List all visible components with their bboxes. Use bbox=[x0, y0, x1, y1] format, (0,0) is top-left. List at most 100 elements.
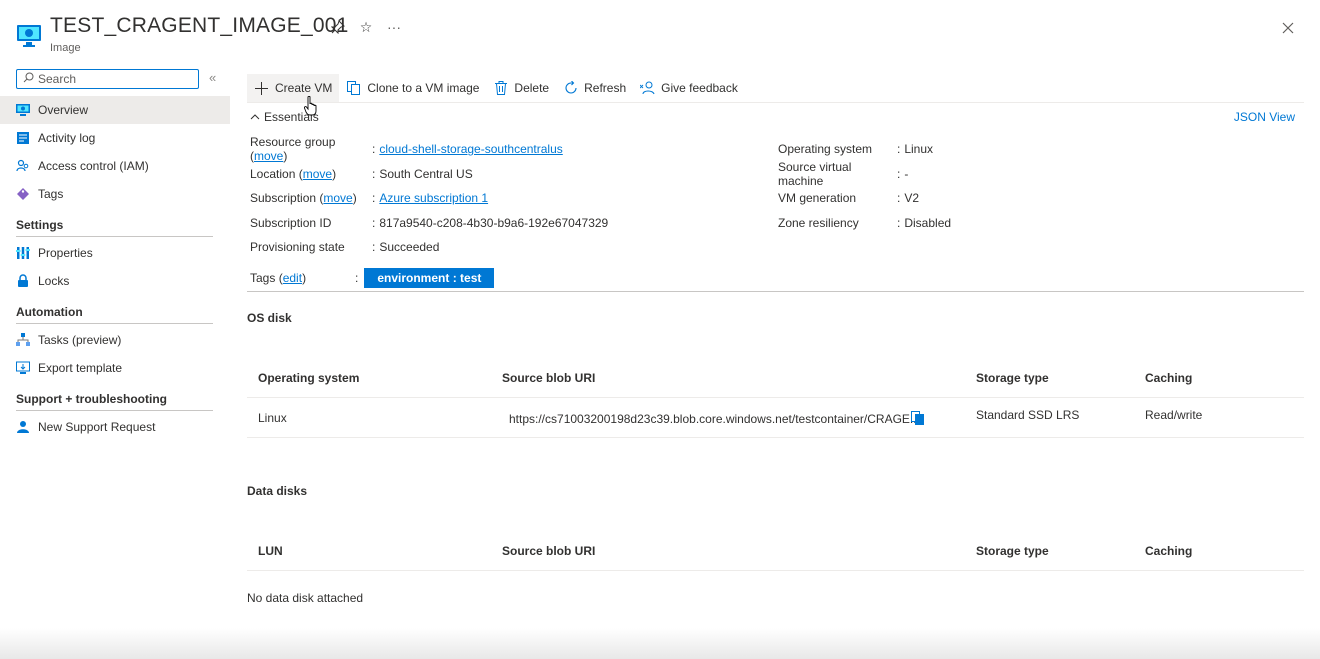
feedback-label: Give feedback bbox=[661, 81, 738, 95]
sidebar-item-tasks[interactable]: Tasks (preview) bbox=[0, 326, 230, 354]
search-input[interactable] bbox=[38, 72, 188, 86]
vm-generation-value: V2 bbox=[904, 191, 920, 206]
monitor-icon bbox=[16, 103, 30, 117]
nav-divider bbox=[16, 323, 213, 324]
sidebar-item-label: Access control (IAM) bbox=[38, 159, 149, 173]
create-vm-label: Create VM bbox=[275, 81, 333, 95]
page-title: TEST_CRAGENT_IMAGE_001 bbox=[50, 14, 349, 37]
tags-edit-link[interactable]: edit bbox=[283, 271, 302, 285]
data-disks-title: Data disks bbox=[247, 484, 308, 498]
sidebar-item-new-support-request[interactable]: New Support Request bbox=[0, 413, 230, 441]
copy-icon bbox=[346, 81, 361, 96]
sidebar-search[interactable] bbox=[16, 69, 199, 89]
subscription-link[interactable]: Azure subscription 1 bbox=[379, 191, 488, 205]
delete-button[interactable]: Delete bbox=[486, 74, 556, 102]
hand-cursor-icon bbox=[303, 95, 318, 116]
tag-icon bbox=[16, 187, 30, 201]
sidebar-item-properties[interactable]: Properties bbox=[0, 239, 230, 267]
sidebar-item-label: New Support Request bbox=[38, 420, 156, 434]
essentials-row-resource-group: Resource group (move) : cloud-shell-stor… bbox=[250, 135, 563, 164]
nav-divider bbox=[16, 236, 213, 237]
essentials-row-vm-generation: VM generation : V2 bbox=[778, 186, 951, 211]
column-header: Operating system bbox=[258, 371, 360, 385]
column-header: Source blob URI bbox=[502, 371, 596, 385]
zone-resiliency-value: Disabled bbox=[904, 215, 952, 230]
source-vm-label: Source virtual machine bbox=[778, 159, 852, 188]
column-header: Storage type bbox=[976, 544, 1049, 558]
separator: : bbox=[897, 166, 901, 181]
caching-cell: Read/write bbox=[1145, 408, 1203, 422]
separator: : bbox=[372, 240, 376, 255]
separator: : bbox=[372, 215, 376, 230]
subscription-label: Subscription bbox=[250, 191, 317, 206]
sidebar-item-label: Tasks (preview) bbox=[38, 333, 122, 347]
command-bar-divider bbox=[247, 102, 1304, 103]
more-icon[interactable]: ··· bbox=[386, 19, 402, 35]
feedback-icon bbox=[640, 81, 655, 96]
json-view-link[interactable]: JSON View bbox=[1234, 110, 1295, 124]
essentials-left-column: Resource group (move) : cloud-shell-stor… bbox=[250, 135, 608, 260]
resource-group-move-link[interactable]: move bbox=[254, 149, 283, 163]
os-cell: Linux bbox=[258, 411, 287, 425]
source-blob-uri-cell: https://cs71003200198d23c39.blob.core.wi… bbox=[509, 412, 920, 426]
refresh-button[interactable]: Refresh bbox=[556, 74, 633, 102]
star-icon[interactable]: ☆ bbox=[358, 19, 374, 35]
sidebar-item-export-template[interactable]: Export template bbox=[0, 354, 230, 382]
sidebar-item-label: Properties bbox=[38, 246, 93, 260]
essentials-row-subscription-id: Subscription ID : 817a9540-c208-4b30-b9a… bbox=[250, 211, 608, 236]
support-icon bbox=[16, 420, 30, 434]
close-icon[interactable] bbox=[1278, 18, 1298, 38]
column-header: Storage type bbox=[976, 371, 1049, 385]
copy-to-clipboard-icon[interactable] bbox=[911, 398, 924, 438]
lock-icon bbox=[16, 274, 30, 288]
collapse-sidebar-icon[interactable]: « bbox=[209, 70, 216, 85]
provisioning-state-label: Provisioning state bbox=[250, 240, 345, 255]
sidebar-item-label: Activity log bbox=[38, 131, 96, 145]
create-vm-button[interactable]: Create VM bbox=[247, 74, 340, 102]
os-label: Operating system bbox=[778, 142, 873, 157]
plus-icon bbox=[254, 81, 269, 96]
sidebar-item-label: Export template bbox=[38, 361, 123, 375]
people-icon bbox=[16, 159, 30, 173]
storage-type-cell: Standard SSD LRS bbox=[976, 408, 1080, 422]
table-row: Linux https://cs71003200198d23c39.blob.c… bbox=[247, 398, 1304, 438]
nav-divider bbox=[16, 410, 213, 411]
clone-button[interactable]: Clone to a VM image bbox=[339, 74, 486, 102]
location-label: Location bbox=[250, 166, 296, 181]
give-feedback-button[interactable]: Give feedback bbox=[633, 74, 745, 102]
refresh-label: Refresh bbox=[584, 81, 627, 95]
sidebar-item-activity-log[interactable]: Activity log bbox=[0, 124, 230, 152]
location-move-link[interactable]: move bbox=[303, 167, 332, 181]
pin-icon[interactable] bbox=[330, 19, 346, 35]
clone-label: Clone to a VM image bbox=[367, 81, 480, 95]
essentials-row-source-vm: Source virtual machine : - bbox=[778, 159, 951, 188]
essentials-row-subscription: Subscription (move) : Azure subscription… bbox=[250, 191, 489, 206]
sidebar-item-locks[interactable]: Locks bbox=[0, 267, 230, 295]
command-bar: Create VM Clone to a VM image Delete Ref… bbox=[247, 74, 745, 102]
resource-group-link[interactable]: cloud-shell-storage-southcentralus bbox=[379, 142, 562, 156]
sidebar-item-iam[interactable]: Access control (IAM) bbox=[0, 152, 230, 180]
bottom-fade bbox=[0, 628, 1320, 659]
sidebar-item-label: Overview bbox=[38, 103, 89, 117]
os-value: Linux bbox=[904, 142, 934, 157]
separator: : bbox=[372, 166, 376, 181]
sidebar-nav: Overview Activity log Access control (IA… bbox=[0, 96, 230, 441]
column-header: Source blob URI bbox=[502, 544, 596, 558]
sidebar-item-overview[interactable]: Overview bbox=[0, 96, 230, 124]
refresh-icon bbox=[563, 81, 578, 96]
nav-section-automation: Automation bbox=[16, 305, 83, 319]
subscription-move-link[interactable]: move bbox=[323, 191, 352, 205]
properties-icon bbox=[16, 246, 30, 260]
nav-section-settings: Settings bbox=[16, 218, 64, 232]
separator: : bbox=[897, 142, 901, 157]
subscription-id-value: 817a9540-c208-4b30-b9a6-192e67047329 bbox=[379, 215, 609, 230]
tag-badge[interactable]: environment : test bbox=[364, 268, 495, 288]
table-header: LUN Source blob URI Storage type Caching bbox=[247, 531, 1304, 571]
chevron-up-icon bbox=[250, 112, 260, 123]
data-disks-table: LUN Source blob URI Storage type Caching bbox=[247, 531, 1304, 571]
source-vm-value: - bbox=[904, 166, 909, 181]
provisioning-state-value: Succeeded bbox=[379, 240, 440, 255]
sidebar-item-label: Locks bbox=[38, 274, 70, 288]
sidebar-item-tags[interactable]: Tags bbox=[0, 180, 230, 208]
sidebar-item-label: Tags bbox=[38, 187, 64, 201]
